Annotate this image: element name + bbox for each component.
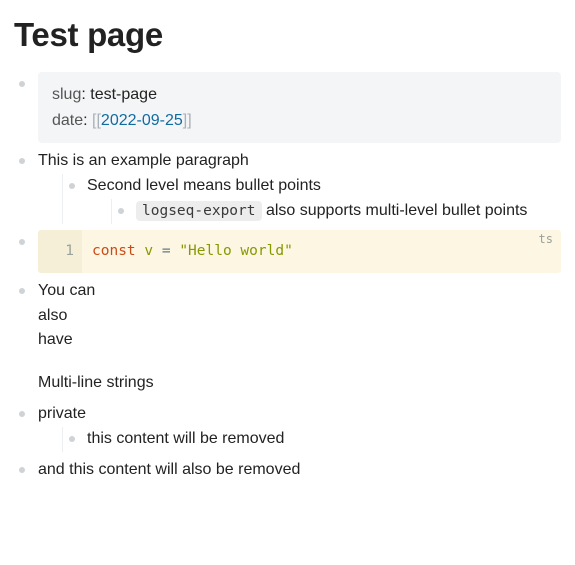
properties-box: slug: test-page date: [[2022-09-25]] (38, 72, 561, 143)
properties-block: slug: test-page date: [[2022-09-25]] (14, 72, 561, 143)
block-private[interactable]: private this content will be removed (14, 402, 561, 452)
block-multiline[interactable]: You can also have Multi-line strings (14, 279, 561, 396)
block-text: this content will be removed (87, 427, 561, 452)
page-title: Test page (14, 16, 561, 54)
block-text: logseq-export also supports multi-level … (136, 199, 561, 224)
block-text-tail: Multi-line strings (38, 371, 561, 396)
code-token-op: = (162, 243, 171, 259)
block-text: private (38, 402, 561, 427)
block-text: This is an example paragraph (38, 149, 561, 174)
code-token-keyword: const (92, 243, 136, 259)
date-link[interactable]: 2022-09-25 (101, 112, 183, 129)
block-code[interactable]: ts 1 const v = "Hello world" (14, 230, 561, 273)
code-token-var: v (144, 243, 153, 259)
code-lang-label: ts (539, 232, 553, 246)
block-last[interactable]: and this content will also be removed (14, 458, 561, 483)
code-block: ts 1 const v = "Hello world" (38, 230, 561, 273)
inline-code: logseq-export (136, 201, 262, 221)
prop-value-slug: test-page (90, 86, 157, 103)
block-text: You can also have (38, 279, 561, 353)
prop-date: date: [[2022-09-25]] (52, 108, 547, 134)
block-text: Second level means bullet points (87, 174, 561, 199)
block-text: and this content will also be removed (38, 458, 561, 483)
block-private-child[interactable]: this content will be removed (63, 427, 561, 452)
prop-key-slug: slug (52, 86, 81, 103)
block-level2[interactable]: Second level means bullet points logseq-… (63, 174, 561, 224)
code-content: const v = "Hello world" (92, 240, 293, 263)
prop-key-date: date (52, 112, 83, 129)
code-token-string: "Hello world" (179, 243, 293, 259)
code-gutter: 1 (38, 230, 82, 273)
prop-slug: slug: test-page (52, 82, 547, 108)
block-level3[interactable]: logseq-export also supports multi-level … (112, 199, 561, 224)
block-paragraph[interactable]: This is an example paragraph Second leve… (14, 149, 561, 223)
